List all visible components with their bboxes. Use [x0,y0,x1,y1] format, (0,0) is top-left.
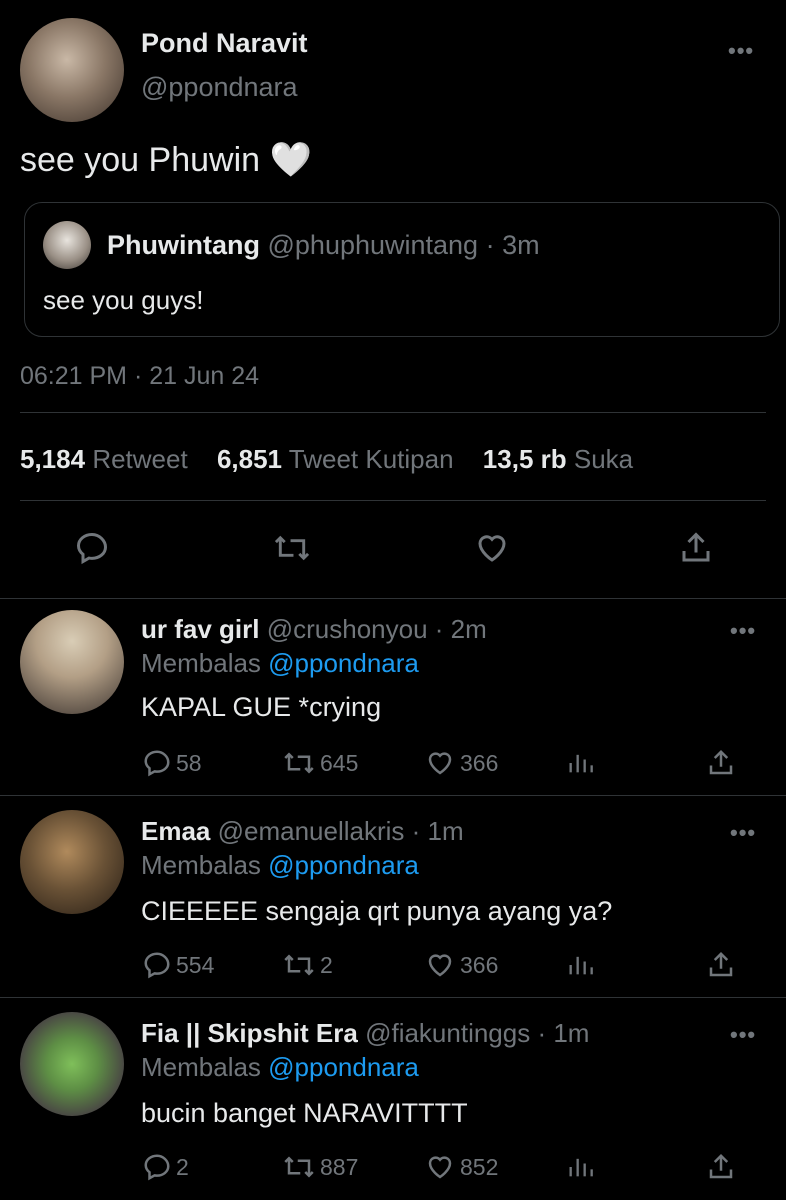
more-icon[interactable]: ••• [730,1024,756,1046]
author-handle[interactable]: @ppondnara [141,72,298,103]
quoted-tweet-text: see you guys! [43,285,204,315]
like-icon [428,752,452,775]
reply-author-name[interactable]: Fia || Skipshit Era [141,1018,358,1048]
share-icon[interactable] [674,526,718,570]
divider [20,412,766,413]
reply-count: 58 [176,749,202,776]
reply-author-name[interactable]: Emaa [141,816,210,846]
quote-count[interactable]: 6,851 [217,444,282,474]
reply-count: 554 [176,951,215,978]
share-icon[interactable] [706,1152,740,1182]
reply-author-meta: @fiakuntinggs · 1m [365,1018,590,1048]
like-action[interactable]: 852 [424,1152,498,1182]
reply-action[interactable]: 554 [142,950,214,980]
reply-action[interactable]: 2 [142,1152,189,1182]
like-label[interactable]: Suka [574,444,633,474]
like-count: 366 [460,749,499,776]
like-count: 852 [460,1153,499,1180]
reply-author-meta: @emanuellakris · 1m [217,816,464,846]
replying-prefix: Membalas [141,648,269,678]
reply-icon [144,1154,170,1181]
like-icon[interactable] [470,526,514,570]
author-name[interactable]: Pond Naravit [141,28,308,59]
reply-author-avatar[interactable] [20,1012,124,1116]
reply-header: Fia || Skipshit Era @fiakuntinggs · 1m [141,1018,589,1049]
like-count: 366 [460,951,499,978]
retweet-count: 887 [320,1153,359,1180]
replying-prefix: Membalas [141,850,269,880]
mention-link[interactable]: @ppondnara [268,850,419,880]
retweet-action[interactable]: 887 [282,1152,358,1182]
like-icon [428,954,452,977]
reply-author-avatar[interactable] [20,610,124,714]
retweet-icon [284,752,314,774]
retweet-label[interactable]: Retweet [92,444,187,474]
replying-to: Membalas @ppondnara [141,648,419,679]
retweet-action[interactable]: 645 [282,748,358,778]
like-count[interactable]: 13,5 rb [483,444,567,474]
replying-prefix: Membalas [141,1052,269,1082]
author-avatar[interactable] [20,18,124,122]
reply-icon [144,750,170,777]
reply-tweet[interactable]: ur fav girl @crushonyou · 2m ••• Membala… [0,598,786,794]
like-action[interactable]: 366 [424,950,498,980]
mention-link[interactable]: @ppondnara [268,1052,419,1082]
analytics-icon[interactable] [566,950,598,980]
reply-header: ur fav girl @crushonyou · 2m [141,614,487,645]
more-icon[interactable]: ••• [730,620,756,642]
retweet-count[interactable]: 5,184 [20,444,85,474]
reply-text: CIEEEEE sengaja qrt punya ayang ya? [141,896,613,926]
retweet-action[interactable]: 2 [282,950,333,980]
divider [20,500,766,501]
reply-author-name[interactable]: ur fav girl [141,614,259,644]
quoted-author-name: Phuwintang [107,230,260,260]
reply-count: 2 [176,1153,189,1180]
reply-header: Emaa @emanuellakris · 1m [141,816,464,847]
retweet-icon[interactable] [270,526,314,570]
reply-tweet[interactable]: Emaa @emanuellakris · 1m ••• Membalas @p… [0,796,786,996]
reply-text: bucin banget NARAVITTTT [141,1098,468,1128]
reply-author-avatar[interactable] [20,810,124,914]
replying-to: Membalas @ppondnara [141,1052,419,1083]
analytics-icon[interactable] [566,1152,598,1182]
reply-icon [144,952,170,979]
tweet-timestamp[interactable]: 06:21 PM · 21 Jun 24 [20,362,259,391]
share-icon[interactable] [706,950,740,980]
retweet-icon [284,1156,314,1178]
more-icon[interactable]: ••• [730,822,756,844]
reply-tweet[interactable]: Fia || Skipshit Era @fiakuntinggs · 1m •… [0,998,786,1200]
quoted-author-meta: @phuphuwintang · 3m [267,230,540,260]
tweet-stats: 5,184 Retweet 6,851 Tweet Kutipan 13,5 r… [20,444,655,475]
mention-link[interactable]: @ppondnara [268,648,419,678]
reply-action[interactable]: 58 [142,748,202,778]
analytics-icon[interactable] [566,748,598,778]
reply-text: KAPAL GUE *crying [141,692,382,722]
quoted-author-avatar [43,221,91,269]
quote-label[interactable]: Tweet Kutipan [289,444,454,474]
replying-to: Membalas @ppondnara [141,850,419,881]
retweet-count: 2 [320,951,333,978]
like-icon [428,1156,452,1179]
reply-author-meta: @crushonyou · 2m [266,614,487,644]
reply-icon[interactable] [70,526,114,570]
quoted-tweet[interactable]: Phuwintang @phuphuwintang · 3m see you g… [24,202,780,337]
quoted-header: Phuwintang @phuphuwintang · 3m [107,230,540,261]
tweet-text: see you Phuwin 🤍 [20,141,312,179]
retweet-icon [284,954,314,976]
more-icon[interactable]: ••• [728,40,754,62]
like-action[interactable]: 366 [424,748,498,778]
retweet-count: 645 [320,749,359,776]
share-icon[interactable] [706,748,740,778]
